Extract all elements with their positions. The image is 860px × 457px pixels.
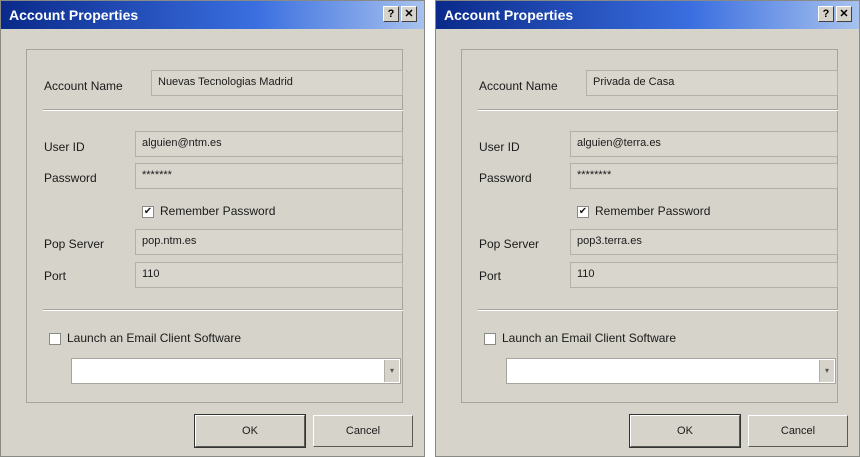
- ok-button[interactable]: OK: [194, 414, 306, 448]
- account-name-field[interactable]: Privada de Casa: [586, 70, 838, 96]
- remember-password-label: Remember Password: [595, 204, 711, 218]
- remember-password-checkbox[interactable]: ✔: [577, 206, 589, 218]
- account-group-box: [461, 49, 838, 403]
- cancel-button[interactable]: Cancel: [313, 415, 413, 447]
- dialog-title: Account Properties: [444, 7, 574, 23]
- launch-client-label: Launch an Email Client Software: [67, 331, 242, 345]
- chevron-down-icon[interactable]: ▾: [384, 360, 399, 382]
- account-properties-dialog-1: Account Properties ? ✕ Account Name Nuev…: [0, 0, 425, 457]
- account-name-field[interactable]: Nuevas Tecnologias Madrid: [151, 70, 403, 96]
- pop-server-label: Pop Server: [44, 237, 105, 251]
- separator: [43, 109, 403, 111]
- user-id-label: User ID: [479, 140, 520, 154]
- separator: [43, 309, 403, 311]
- pop-server-field[interactable]: pop3.terra.es: [570, 229, 838, 255]
- port-label: Port: [479, 269, 502, 283]
- email-client-select[interactable]: ▾: [71, 358, 401, 384]
- ok-button[interactable]: OK: [629, 414, 741, 448]
- pop-server-label: Pop Server: [479, 237, 540, 251]
- close-icon[interactable]: ✕: [401, 6, 417, 22]
- email-client-select[interactable]: ▾: [506, 358, 836, 384]
- pop-server-field[interactable]: pop.ntm.es: [135, 229, 403, 255]
- password-field[interactable]: ********: [570, 163, 838, 189]
- launch-client-checkbox[interactable]: [484, 333, 496, 345]
- port-field[interactable]: 110: [570, 262, 838, 288]
- title-bar: Account Properties ? ✕: [436, 1, 859, 29]
- user-id-field[interactable]: alguien@terra.es: [570, 131, 838, 157]
- separator: [478, 309, 838, 311]
- close-icon[interactable]: ✕: [836, 6, 852, 22]
- port-field[interactable]: 110: [135, 262, 403, 288]
- help-button[interactable]: ?: [383, 6, 399, 22]
- cancel-button[interactable]: Cancel: [748, 415, 848, 447]
- dialog-title: Account Properties: [9, 7, 139, 23]
- remember-password-checkbox[interactable]: ✔: [142, 206, 154, 218]
- password-label: Password: [479, 171, 532, 185]
- account-properties-dialog-2: Account Properties ? ✕ Account Name Priv…: [435, 0, 860, 457]
- account-group-box: [26, 49, 403, 403]
- port-label: Port: [44, 269, 67, 283]
- password-label: Password: [44, 171, 97, 185]
- user-id-label: User ID: [44, 140, 85, 154]
- remember-password-label: Remember Password: [160, 204, 276, 218]
- help-button[interactable]: ?: [818, 6, 834, 22]
- user-id-field[interactable]: alguien@ntm.es: [135, 131, 403, 157]
- separator: [478, 109, 838, 111]
- launch-client-checkbox[interactable]: [49, 333, 61, 345]
- title-bar: Account Properties ? ✕: [1, 1, 424, 29]
- chevron-down-icon[interactable]: ▾: [819, 360, 834, 382]
- password-field[interactable]: *******: [135, 163, 403, 189]
- account-name-label: Account Name: [479, 79, 558, 93]
- account-name-label: Account Name: [44, 79, 123, 93]
- launch-client-label: Launch an Email Client Software: [502, 331, 677, 345]
